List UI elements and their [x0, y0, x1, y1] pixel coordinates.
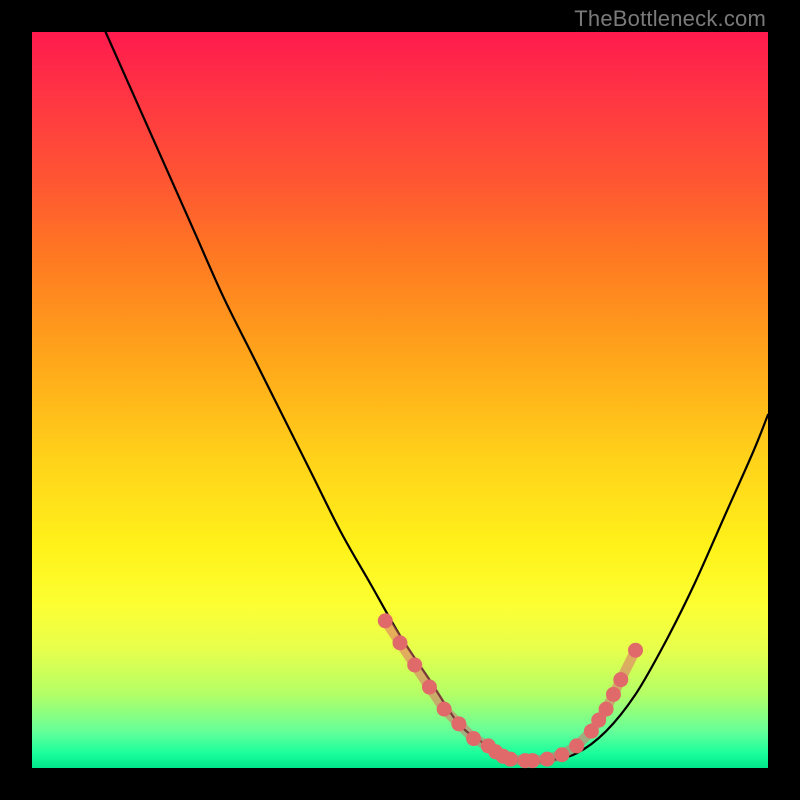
- watermark-text: TheBottleneck.com: [574, 6, 766, 32]
- marker-dot: [466, 731, 481, 746]
- marker-dot: [613, 672, 628, 687]
- marker-dot: [554, 747, 569, 762]
- marker-dot: [407, 657, 422, 672]
- marker-dot: [525, 753, 540, 768]
- marker-dot: [599, 702, 614, 717]
- marker-dot: [569, 738, 584, 753]
- marker-dot: [378, 613, 393, 628]
- marker-dot: [606, 687, 621, 702]
- marker-dot: [437, 702, 452, 717]
- marker-dot: [393, 635, 408, 650]
- plot-area: [32, 32, 768, 768]
- chart-frame: TheBottleneck.com: [0, 0, 800, 800]
- marker-dot: [422, 680, 437, 695]
- marker-dot: [503, 752, 518, 767]
- curve-path: [106, 32, 768, 762]
- marker-dot: [628, 643, 643, 658]
- marker-group: [378, 613, 643, 768]
- marker-dot: [451, 716, 466, 731]
- chart-svg: [32, 32, 768, 768]
- marker-dot: [540, 752, 555, 767]
